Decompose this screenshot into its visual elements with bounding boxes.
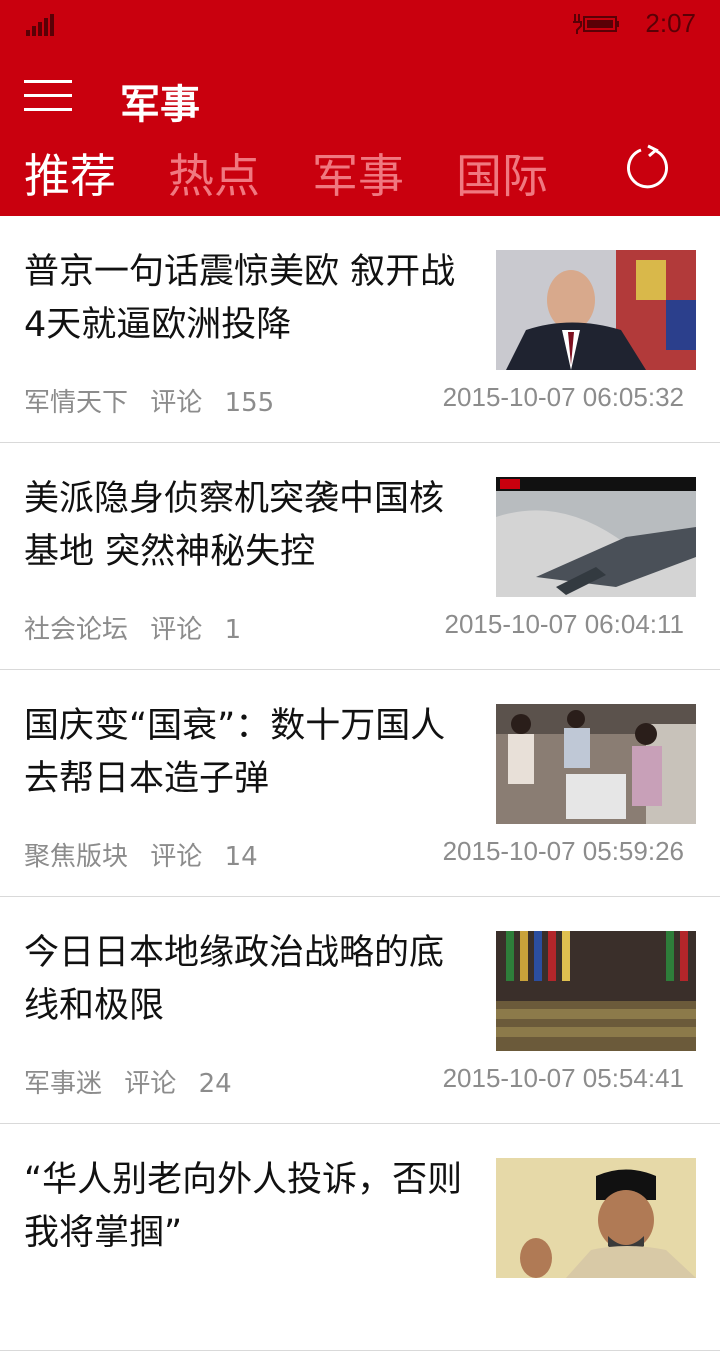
comment-label: 评论	[124, 1069, 177, 1099]
article-time: 2015-10-07 05:54:41	[442, 1063, 684, 1093]
tab-military[interactable]: 军事	[312, 140, 404, 206]
article-title[interactable]: 国庆变“国衰”：数十万国人去帮日本造子弹	[24, 700, 474, 806]
article-time: 2015-10-07 05:59:26	[442, 836, 684, 866]
tab-international[interactable]: 国际	[456, 140, 548, 206]
article-thumbnail[interactable]	[496, 477, 696, 597]
list-item[interactable]: 普京一句话震惊美欧 叙开战4天就逼欧洲投降 军情天下 评论 155 2015-1…	[0, 216, 720, 443]
comment-count: 14	[224, 842, 258, 872]
comment-label: 评论	[150, 388, 203, 418]
article-thumbnail[interactable]	[496, 250, 696, 370]
article-meta: 军情天下 评论 155	[24, 382, 288, 419]
page-title: 军事	[120, 82, 200, 128]
tab-recommended[interactable]: 推荐	[24, 140, 116, 206]
article-source[interactable]: 军事迷	[24, 1069, 102, 1099]
hamburger-menu-icon[interactable]	[24, 80, 72, 114]
comment-count: 1	[224, 615, 242, 645]
article-meta: 军事迷 评论 24	[24, 1063, 246, 1100]
list-item[interactable]: 今日日本地缘政治战略的底线和极限 军事迷 评论 24 2015-10-07 05…	[0, 897, 720, 1124]
app-header: 2:07 军事 推荐 热点 军事 国际	[0, 0, 720, 216]
status-bar: 2:07	[0, 0, 720, 50]
article-time: 2015-10-07 06:04:11	[444, 609, 685, 639]
article-title[interactable]: 普京一句话震惊美欧 叙开战4天就逼欧洲投降	[24, 246, 474, 352]
refresh-icon[interactable]	[624, 144, 672, 192]
list-item[interactable]: “华人别老向外人投诉，否则我将掌掴”	[0, 1124, 720, 1351]
article-title[interactable]: 今日日本地缘政治战略的底线和极限	[24, 927, 474, 1033]
list-item[interactable]: 国庆变“国衰”：数十万国人去帮日本造子弹 聚焦版块 评论 14 2015-10-…	[0, 670, 720, 897]
list-item[interactable]: 美派隐身侦察机突袭中国核基地 突然神秘失控 社会论坛 评论 1 2015-10-…	[0, 443, 720, 670]
article-thumbnail[interactable]	[496, 1158, 696, 1278]
comment-count: 155	[224, 388, 275, 418]
article-meta: 社会论坛 评论 1	[24, 609, 255, 646]
article-meta: 聚焦版块 评论 14	[24, 836, 272, 873]
signal-strength-icon	[26, 14, 54, 36]
tab-hot[interactable]: 热点	[168, 140, 260, 206]
status-time: 2:07	[645, 8, 696, 38]
article-list: 普京一句话震惊美欧 叙开战4天就逼欧洲投降 军情天下 评论 155 2015-1…	[0, 216, 720, 1351]
comment-label: 评论	[150, 842, 203, 872]
article-time: 2015-10-07 06:05:32	[442, 382, 684, 412]
comment-label: 评论	[150, 615, 203, 645]
article-source[interactable]: 军情天下	[24, 388, 128, 418]
article-title[interactable]: 美派隐身侦察机突袭中国核基地 突然神秘失控	[24, 473, 474, 579]
comment-count: 24	[198, 1069, 232, 1099]
article-source[interactable]: 聚焦版块	[24, 842, 128, 872]
article-thumbnail[interactable]	[496, 931, 696, 1051]
article-title[interactable]: “华人别老向外人投诉，否则我将掌掴”	[24, 1154, 474, 1260]
battery-charging-icon	[573, 14, 619, 34]
article-thumbnail[interactable]	[496, 704, 696, 824]
article-source[interactable]: 社会论坛	[24, 615, 128, 645]
